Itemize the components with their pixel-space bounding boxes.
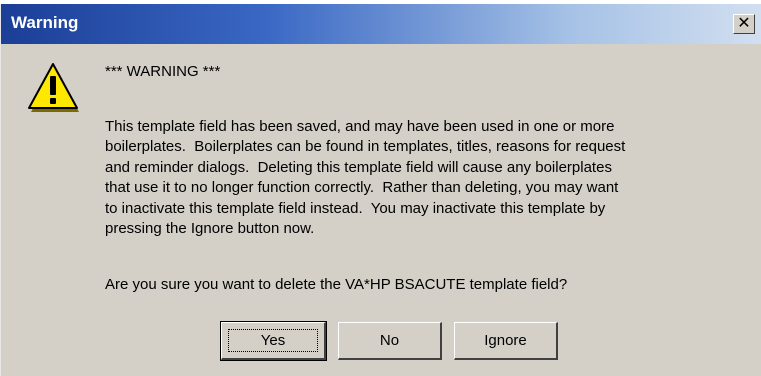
close-button[interactable]: ✕ <box>733 14 755 34</box>
window-title: Warning <box>11 13 79 32</box>
warning-dialog: Warning ✕ *** WARNING *** This template … <box>0 4 761 376</box>
close-icon: ✕ <box>737 15 751 32</box>
no-button[interactable]: No <box>338 322 442 360</box>
yes-button[interactable]: Yes <box>220 321 327 361</box>
no-button-label: No <box>379 332 400 349</box>
warning-triangle-icon <box>28 63 79 112</box>
warning-message: This template field has been saved, and … <box>105 118 626 238</box>
yes-button-label: Yes <box>260 332 286 349</box>
confirm-question: Are you sure you want to delete the VA*H… <box>105 276 568 293</box>
warning-heading: *** WARNING *** <box>105 63 221 80</box>
ignore-button-label: Ignore <box>484 332 527 349</box>
ignore-button[interactable]: Ignore <box>454 322 558 360</box>
title-bar[interactable]: Warning ✕ <box>1 4 761 44</box>
